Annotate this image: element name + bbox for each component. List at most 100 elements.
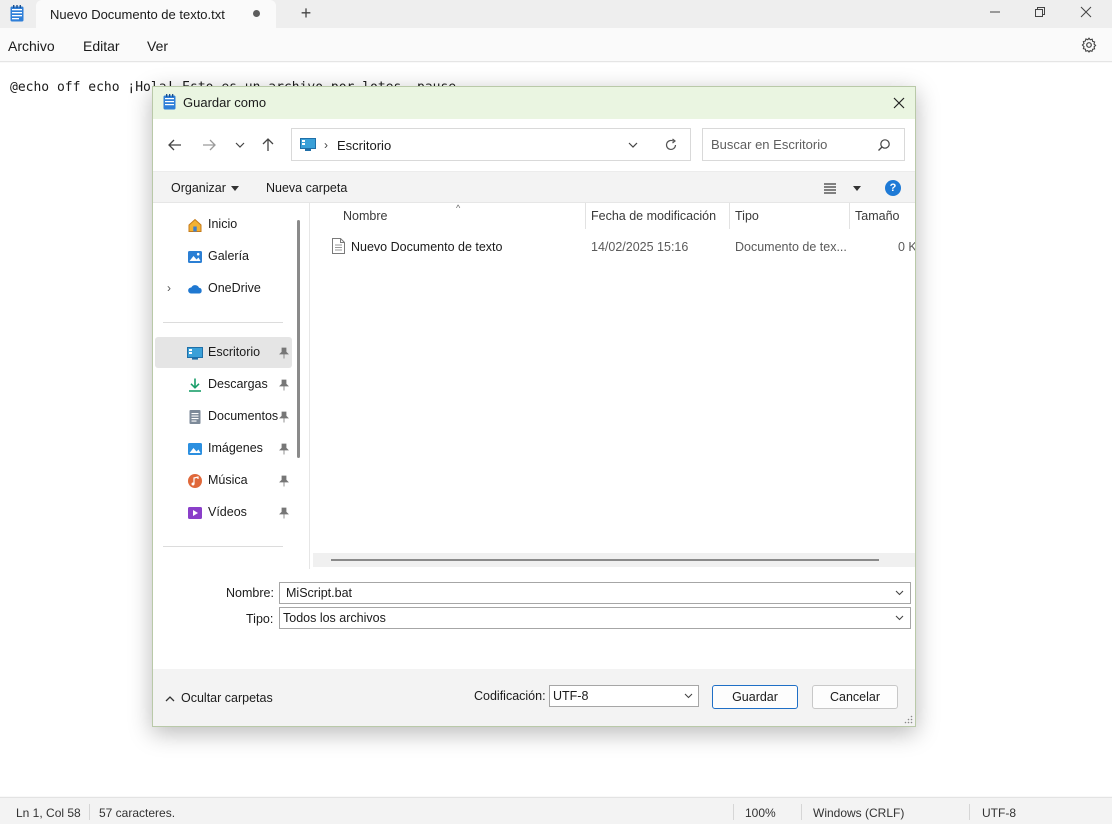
- status-position: Ln 1, Col 58: [16, 806, 81, 820]
- back-arrow-icon[interactable]: [165, 137, 185, 153]
- column-header-name[interactable]: Nombre: [343, 209, 387, 223]
- notepad-icon: [163, 94, 176, 110]
- hide-folders-button[interactable]: Ocultar carpetas: [165, 691, 273, 705]
- sidebar-item-label: Galería: [208, 249, 249, 263]
- sidebar-scrollbar[interactable]: [297, 220, 300, 458]
- organize-label: Organizar: [171, 181, 226, 195]
- scrollbar-thumb[interactable]: [331, 559, 879, 561]
- status-zoom[interactable]: 100%: [745, 806, 776, 820]
- sidebar-item-videos[interactable]: Vídeos: [155, 497, 292, 528]
- sidebar-item-galeria[interactable]: Galería: [155, 241, 292, 272]
- menu-ver[interactable]: Ver: [147, 38, 168, 54]
- filename-input[interactable]: MiScript.bat: [286, 586, 352, 600]
- encoding-label: Codificación:: [474, 689, 546, 703]
- chevron-down-icon[interactable]: [895, 590, 904, 596]
- file-modified: 14/02/2025 15:16: [591, 240, 689, 254]
- column-divider[interactable]: [585, 203, 586, 229]
- breadcrumb-chevron-icon[interactable]: ›: [324, 138, 328, 152]
- sidebar-item-inicio[interactable]: Inicio: [155, 209, 292, 240]
- status-divider: [89, 804, 90, 820]
- minimize-button[interactable]: [972, 0, 1018, 28]
- search-icon[interactable]: [877, 138, 891, 152]
- notepad-menubar: Archivo Editar Ver: [0, 28, 1112, 62]
- new-tab-button[interactable]: +: [296, 3, 316, 23]
- address-bar[interactable]: › Escritorio: [291, 128, 691, 161]
- search-box[interactable]: [702, 128, 905, 161]
- sidebar-item-imagenes[interactable]: Imágenes: [155, 433, 292, 464]
- column-header-size[interactable]: Tamaño: [855, 209, 899, 223]
- save-button[interactable]: Guardar: [712, 685, 798, 709]
- filename-combobox[interactable]: MiScript.bat: [279, 582, 911, 604]
- command-bar: Organizar Nueva carpeta ?: [153, 171, 915, 203]
- sidebar-item-descargas[interactable]: Descargas: [155, 369, 292, 400]
- restore-button[interactable]: [1017, 0, 1063, 28]
- file-size: 0 KB: [898, 240, 915, 254]
- column-divider[interactable]: [729, 203, 730, 229]
- breadcrumb-location[interactable]: Escritorio: [337, 138, 391, 153]
- hide-folders-label: Ocultar carpetas: [181, 691, 273, 705]
- status-divider: [801, 804, 802, 820]
- pictures-icon: [188, 443, 202, 455]
- pin-icon[interactable]: [279, 379, 289, 391]
- text-file-icon: [332, 238, 345, 254]
- pin-icon[interactable]: [279, 475, 289, 487]
- sidebar-item-escritorio[interactable]: Escritorio: [155, 337, 292, 368]
- file-type: Documento de tex...: [735, 240, 847, 254]
- resize-grip-icon[interactable]: [904, 715, 913, 724]
- sidebar-item-label: OneDrive: [208, 281, 261, 295]
- sidebar-item-documentos[interactable]: Documentos: [155, 401, 292, 432]
- organize-button[interactable]: Organizar: [171, 181, 239, 195]
- window-close-button[interactable]: [1063, 0, 1109, 28]
- videos-icon: [188, 507, 202, 519]
- dialog-footer: Ocultar carpetas Codificación: UTF-8 Gua…: [153, 669, 915, 726]
- documents-icon: [189, 410, 201, 424]
- notepad-icon: [10, 5, 24, 22]
- pin-icon[interactable]: [279, 347, 289, 359]
- menu-archivo[interactable]: Archivo: [8, 38, 55, 54]
- status-encoding[interactable]: UTF-8: [982, 806, 1016, 820]
- unsaved-dot-icon[interactable]: [253, 10, 260, 17]
- chevron-down-icon[interactable]: [628, 141, 638, 149]
- up-arrow-icon[interactable]: [258, 137, 278, 153]
- recent-locations-chevron-icon[interactable]: [230, 137, 250, 153]
- pin-icon[interactable]: [279, 507, 289, 519]
- filetype-label: Tipo:: [246, 612, 274, 626]
- download-icon: [189, 378, 201, 392]
- column-header-type[interactable]: Tipo: [735, 209, 759, 223]
- view-dropdown-icon[interactable]: [853, 186, 861, 191]
- dialog-close-button[interactable]: [886, 91, 912, 115]
- chevron-down-icon[interactable]: [684, 693, 693, 699]
- horizontal-scrollbar[interactable]: [313, 553, 915, 567]
- menu-editar[interactable]: Editar: [83, 38, 120, 54]
- view-options-icon[interactable]: [823, 181, 837, 195]
- sidebar-item-label: Inicio: [208, 217, 238, 231]
- cancel-button[interactable]: Cancelar: [812, 685, 898, 709]
- sidebar-item-label: Música: [208, 473, 248, 487]
- expand-chevron-icon[interactable]: ›: [167, 281, 171, 295]
- filetype-select[interactable]: Todos los archivos: [279, 607, 911, 629]
- column-header-modified[interactable]: Fecha de modificación: [591, 209, 716, 223]
- dialog-titlebar: Guardar como: [153, 87, 915, 119]
- column-divider[interactable]: [849, 203, 850, 229]
- sidebar-item-musica[interactable]: Música: [155, 465, 292, 496]
- notepad-tab[interactable]: Nuevo Documento de texto.txt: [36, 0, 276, 28]
- refresh-icon[interactable]: [664, 138, 678, 152]
- save-as-dialog: Guardar como › Escritorio Buscar en Escr…: [152, 86, 916, 727]
- forward-arrow-icon[interactable]: [199, 137, 219, 153]
- music-icon: [188, 474, 202, 488]
- new-folder-button[interactable]: Nueva carpeta: [266, 181, 347, 195]
- gallery-icon: [188, 251, 202, 263]
- status-line-ending[interactable]: Windows (CRLF): [813, 806, 904, 820]
- encoding-select[interactable]: UTF-8: [549, 685, 699, 707]
- pane-divider[interactable]: [309, 203, 310, 569]
- chevron-down-icon[interactable]: [895, 615, 904, 621]
- help-icon[interactable]: ?: [885, 180, 901, 196]
- status-divider: [733, 804, 734, 820]
- sidebar-item-onedrive[interactable]: › OneDrive: [155, 273, 292, 304]
- pin-icon[interactable]: [279, 411, 289, 423]
- sidebar-divider: [163, 546, 283, 547]
- search-input[interactable]: [711, 137, 871, 152]
- pin-icon[interactable]: [279, 443, 289, 455]
- desktop-icon: [187, 347, 203, 360]
- gear-icon[interactable]: [1081, 37, 1097, 53]
